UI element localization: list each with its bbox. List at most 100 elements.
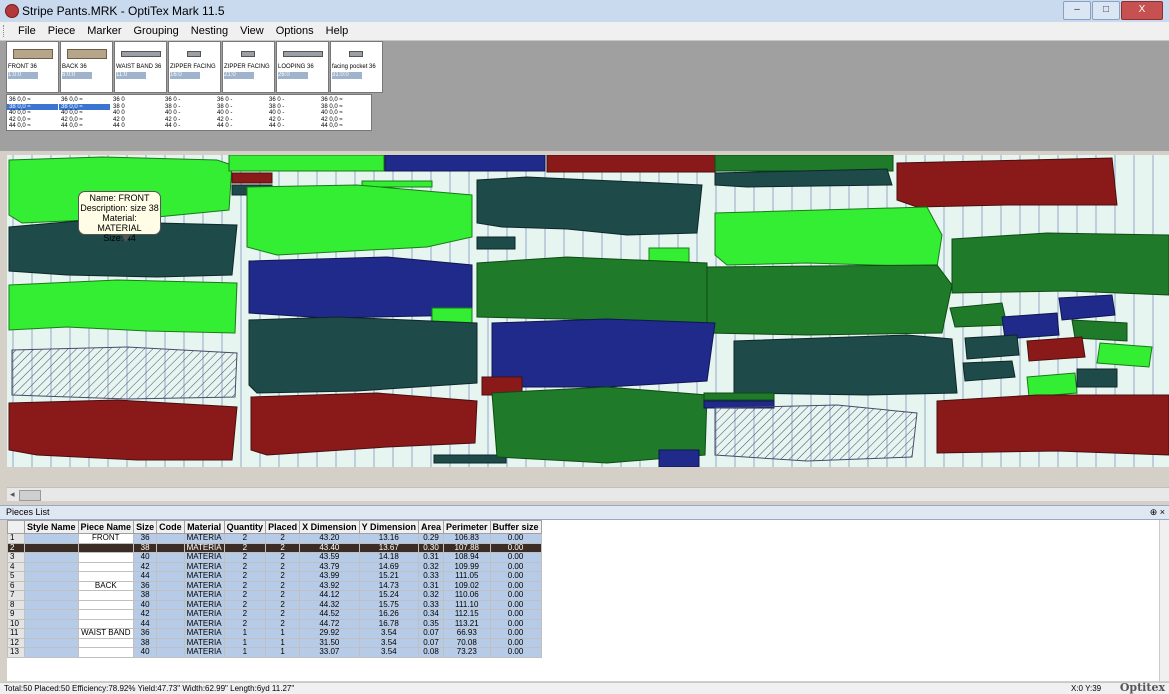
- table-cell[interactable]: [24, 533, 79, 544]
- table-cell[interactable]: 1: [223, 647, 267, 658]
- table-cell[interactable]: [156, 637, 185, 648]
- table-cell[interactable]: 113.21: [443, 618, 491, 629]
- table-cell[interactable]: MATERIA: [183, 552, 225, 563]
- table-cell[interactable]: 0.32: [417, 561, 445, 572]
- table-cell[interactable]: 16.26: [358, 609, 419, 620]
- piece-front[interactable]: [250, 392, 478, 456]
- table-cell[interactable]: 2: [265, 561, 301, 572]
- table-cell[interactable]: 0.30: [417, 542, 445, 553]
- table-row[interactable]: 5 44 MATERIA 2 2 43.99 15.21 0.33 111.05 0.00: [7, 571, 542, 582]
- piece-zipper-facing[interactable]: [1026, 372, 1078, 398]
- size-entry[interactable]: 44 0: [111, 123, 162, 130]
- table-cell[interactable]: [24, 628, 79, 639]
- table-cell[interactable]: 12: [7, 637, 25, 648]
- pin-close-icon[interactable]: ⊕ ×: [1150, 506, 1165, 518]
- horizontal-scrollbar[interactable]: ◂: [7, 487, 1169, 501]
- table-cell[interactable]: 0.00: [489, 580, 542, 591]
- table-cell[interactable]: 2: [7, 542, 25, 553]
- table-cell[interactable]: [77, 637, 135, 648]
- table-cell[interactable]: 0.32: [417, 590, 445, 601]
- size-entry[interactable]: 44 0 -: [267, 123, 318, 130]
- column-header[interactable]: Size: [133, 520, 158, 534]
- table-cell[interactable]: 0.00: [489, 609, 542, 620]
- column-header[interactable]: Buffer size: [489, 520, 542, 534]
- piece-back[interactable]: [476, 256, 708, 326]
- table-row[interactable]: 4 42 MATERIA 2 2 43.79 14.69 0.32 109.99 0.00: [7, 561, 542, 572]
- maximize-button[interactable]: □: [1092, 1, 1120, 20]
- table-cell[interactable]: 66.93: [443, 628, 491, 639]
- table-cell[interactable]: 7: [7, 590, 25, 601]
- table-cell[interactable]: 2: [265, 599, 301, 610]
- table-cell[interactable]: [24, 580, 79, 591]
- table-cell[interactable]: 2: [223, 609, 267, 620]
- table-cell[interactable]: [24, 552, 79, 563]
- table-cell[interactable]: 0.00: [489, 542, 542, 553]
- table-cell[interactable]: [77, 599, 135, 610]
- piece-waist-band[interactable]: [714, 155, 894, 172]
- table-cell[interactable]: [156, 609, 185, 620]
- table-cell[interactable]: 43.79: [299, 561, 360, 572]
- table-cell[interactable]: [77, 571, 135, 582]
- piece-zipper-facing[interactable]: [964, 334, 1020, 360]
- table-cell[interactable]: [24, 609, 79, 620]
- table-cell[interactable]: 44: [133, 571, 158, 582]
- column-header[interactable]: Perimeter: [443, 520, 491, 534]
- piece-back[interactable]: [714, 168, 893, 188]
- piece-zipper-facing[interactable]: [1076, 368, 1118, 388]
- table-row[interactable]: 13 40 MATERIA 1 1 33.07 3.54 0.08 73.23 0.00: [7, 647, 542, 658]
- table-cell[interactable]: 3.54: [358, 628, 419, 639]
- table-cell[interactable]: [156, 647, 185, 658]
- table-cell[interactable]: MATERIA: [183, 533, 225, 544]
- size-entry[interactable]: 44 0 -: [215, 123, 266, 130]
- table-cell[interactable]: [156, 542, 185, 553]
- piece-zipper-facing[interactable]: [949, 302, 1008, 328]
- piece-tile[interactable]: ZIPPER FACING 21:0: [222, 41, 275, 93]
- table-cell[interactable]: 2: [223, 552, 267, 563]
- table-cell[interactable]: 0.00: [489, 618, 542, 629]
- table-cell[interactable]: MATERIA: [183, 599, 225, 610]
- piece-tile[interactable]: FRONT 36 1:0:0: [6, 41, 59, 93]
- table-cell[interactable]: 15.21: [358, 571, 419, 582]
- table-cell[interactable]: 40: [133, 647, 158, 658]
- column-header[interactable]: Code: [156, 520, 185, 534]
- table-cell[interactable]: 16.78: [358, 618, 419, 629]
- piece-zipper-facing[interactable]: [1096, 342, 1153, 368]
- piece-front[interactable]: [8, 399, 238, 461]
- table-cell[interactable]: [24, 618, 79, 629]
- piece-looping[interactable]: [433, 454, 507, 464]
- table-cell[interactable]: 43.20: [299, 533, 360, 544]
- table-cell[interactable]: 14.69: [358, 561, 419, 572]
- table-cell[interactable]: FRONT: [77, 533, 135, 544]
- table-cell[interactable]: 0.35: [417, 618, 445, 629]
- table-cell[interactable]: 109.02: [443, 580, 491, 591]
- table-cell[interactable]: 70.08: [443, 637, 491, 648]
- piece-tile[interactable]: BACK 36 6:0:0: [60, 41, 113, 93]
- table-row[interactable]: 10 44 MATERIA 2 2 44.72 16.78 0.35 113.21 0.00: [7, 618, 542, 629]
- table-cell[interactable]: 0.00: [489, 590, 542, 601]
- table-cell[interactable]: [24, 542, 79, 553]
- table-cell[interactable]: 29.92: [299, 628, 360, 639]
- piece-zipper-facing[interactable]: [658, 449, 700, 467]
- scroll-left-icon[interactable]: ◂: [10, 490, 15, 499]
- piece-front[interactable]: [896, 157, 1118, 208]
- table-cell[interactable]: BACK: [77, 580, 135, 591]
- table-cell[interactable]: 0.34: [417, 609, 445, 620]
- column-header[interactable]: Placed: [265, 520, 301, 534]
- table-row[interactable]: 11 WAIST BAND 36 MATERIA 1 1 29.92 3.54 0.07 66.9…: [7, 628, 542, 639]
- table-cell[interactable]: 0.00: [489, 637, 542, 648]
- table-cell[interactable]: 0.00: [489, 561, 542, 572]
- table-cell[interactable]: 3.54: [358, 637, 419, 648]
- piece-front[interactable]: [8, 279, 238, 334]
- table-cell[interactable]: [156, 618, 185, 629]
- table-cell[interactable]: [24, 561, 79, 572]
- piece-back[interactable]: [733, 334, 958, 396]
- piece-back[interactable]: [476, 176, 703, 236]
- table-cell[interactable]: 0.31: [417, 580, 445, 591]
- table-cell[interactable]: 10: [7, 618, 25, 629]
- piece-tile[interactable]: facing pocket 36 31:0:0: [330, 41, 383, 93]
- table-cell[interactable]: 2: [265, 609, 301, 620]
- table-cell[interactable]: [156, 580, 185, 591]
- table-cell[interactable]: 0.08: [417, 647, 445, 658]
- column-header[interactable]: [7, 520, 25, 534]
- table-cell[interactable]: 111.10: [443, 599, 491, 610]
